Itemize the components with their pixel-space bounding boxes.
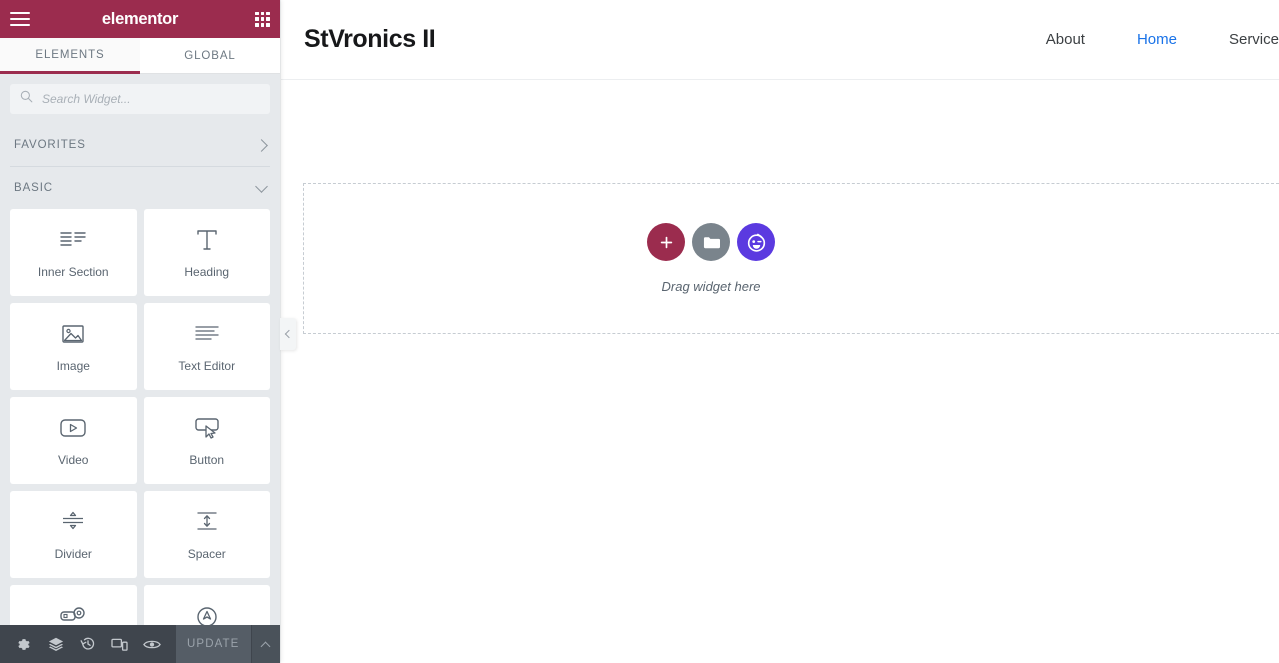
nav-link-home[interactable]: Home — [1137, 31, 1177, 48]
search-input[interactable] — [42, 92, 260, 106]
category-favorites[interactable]: FAVORITES — [0, 124, 280, 166]
image-icon — [60, 321, 86, 347]
elementor-panel: elementor ELEMENTS GLOBAL Search Widget.… — [0, 0, 280, 663]
widget-label: Heading — [184, 264, 230, 279]
widget-label: Button — [189, 452, 225, 467]
drop-zone[interactable]: Drag widget here — [303, 183, 1279, 334]
responsive-mode-icon[interactable] — [104, 625, 136, 663]
panel-footer-bar: UPDATE — [0, 625, 280, 663]
apps-grid-icon[interactable] — [255, 11, 270, 27]
panel-header: elementor — [0, 0, 280, 38]
search-container — [0, 74, 280, 124]
text-editor-icon — [194, 321, 220, 347]
tab-elements-label: ELEMENTS — [35, 48, 105, 61]
winking-face-icon — [747, 233, 765, 252]
widget-grid: Inner Section Heading Image Text Editor … — [0, 209, 280, 625]
widget-text-editor[interactable]: Text Editor — [143, 303, 270, 390]
chevron-down-icon — [255, 179, 268, 193]
gear-icon[interactable] — [8, 625, 40, 663]
heading-icon — [194, 227, 220, 253]
tab-elements[interactable]: ELEMENTS — [0, 38, 140, 74]
chevron-right-icon — [255, 138, 268, 152]
site-title: StVronics II — [304, 25, 436, 53]
widget-button[interactable]: Button — [143, 397, 270, 484]
icon-widget-icon — [193, 603, 221, 625]
panel-collapse-handle[interactable] — [280, 318, 296, 350]
canvas-body: Drag widget here — [280, 80, 1279, 583]
category-basic-label: BASIC — [14, 182, 54, 194]
tab-global-label: GLOBAL — [184, 49, 236, 62]
widget-icon[interactable]: Icon — [143, 585, 270, 625]
search-box[interactable] — [10, 84, 270, 114]
update-options-button[interactable] — [250, 625, 280, 663]
elementor-editor: elementor ELEMENTS GLOBAL Search Widget.… — [0, 0, 1279, 663]
site-nav: About Home Service — [1046, 31, 1279, 48]
widget-inner-section[interactable]: Inner Section — [10, 209, 137, 296]
tab-global[interactable]: GLOBAL — [140, 38, 280, 74]
widget-label: Text Editor — [178, 358, 236, 373]
chevron-left-icon — [284, 329, 294, 339]
update-button[interactable]: UPDATE — [175, 625, 251, 663]
history-icon[interactable] — [72, 625, 104, 663]
caret-up-icon — [261, 641, 271, 651]
add-section-button[interactable] — [647, 223, 685, 261]
google-maps-icon — [58, 603, 88, 626]
panel-tabs: ELEMENTS GLOBAL — [0, 38, 280, 74]
widget-video[interactable]: Video — [10, 397, 137, 484]
drop-zone-label: Drag widget here — [661, 279, 761, 294]
hamburger-icon[interactable] — [10, 12, 30, 26]
widget-image[interactable]: Image — [10, 303, 137, 390]
eye-icon[interactable] — [136, 625, 168, 663]
widget-label: Inner Section — [37, 264, 109, 279]
nav-link-service[interactable]: Service — [1229, 31, 1279, 48]
elementor-logo: elementor — [101, 9, 179, 28]
category-basic[interactable]: BASIC — [0, 167, 280, 209]
widget-label: Divider — [54, 546, 92, 561]
button-icon — [193, 415, 221, 441]
widget-label: Image — [56, 358, 90, 373]
site-header: StVronics II About Home Service — [280, 0, 1279, 80]
video-icon — [59, 415, 87, 441]
add-template-button[interactable] — [692, 223, 730, 261]
spacer-icon — [194, 509, 220, 535]
update-button-label: UPDATE — [187, 638, 240, 650]
inner-section-icon — [60, 227, 86, 253]
panel-scroll-body: FAVORITES BASIC Inner Section Heading Im… — [0, 124, 280, 625]
divider-icon — [60, 509, 86, 535]
widget-heading[interactable]: Heading — [143, 209, 270, 296]
widget-label: Video — [58, 452, 89, 467]
nav-link-about[interactable]: About — [1046, 31, 1085, 48]
layers-icon[interactable] — [40, 625, 72, 663]
widget-label: Spacer — [187, 546, 226, 561]
folder-icon — [703, 236, 720, 248]
plus-icon — [660, 236, 672, 248]
widget-google-maps[interactable]: Google Maps — [10, 585, 137, 625]
widget-divider[interactable]: Divider — [10, 491, 137, 578]
drop-zone-content: Drag widget here — [304, 184, 1279, 333]
widget-spacer[interactable]: Spacer — [143, 491, 270, 578]
ai-assistant-button[interactable] — [737, 223, 775, 261]
preview-canvas: StVronics II About Home Service Drag wid… — [280, 0, 1279, 663]
search-icon — [20, 90, 33, 108]
drop-zone-buttons — [647, 223, 775, 261]
category-favorites-label: FAVORITES — [14, 139, 86, 151]
